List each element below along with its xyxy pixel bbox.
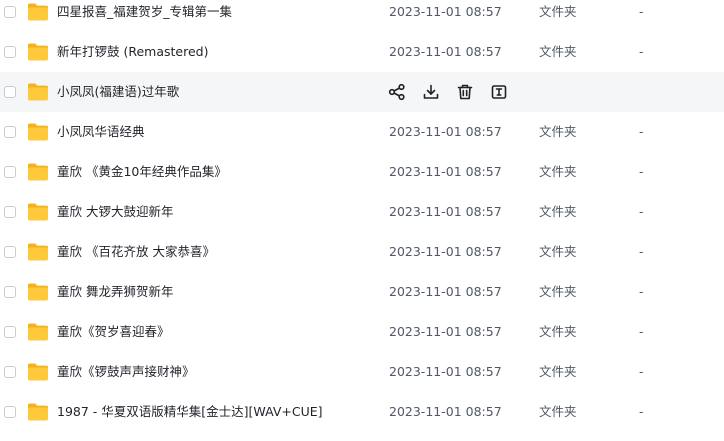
modified-date: 2023-11-01 08:57 bbox=[389, 284, 502, 299]
row-checkbox[interactable] bbox=[4, 286, 16, 298]
modified-date: 2023-11-01 08:57 bbox=[389, 164, 502, 179]
file-name[interactable]: 童欣 《黄金10年经典作品集》 bbox=[57, 152, 227, 192]
file-size: - bbox=[639, 44, 644, 59]
file-row[interactable]: 小凤凤(福建语)过年歌 bbox=[0, 72, 724, 112]
file-row[interactable]: 童欣 大锣大鼓迎新年 2023-11-01 08:57 文件夹 - bbox=[0, 192, 724, 232]
modified-date: 2023-11-01 08:57 bbox=[389, 124, 502, 139]
file-name[interactable]: 小凤凤华语经典 bbox=[57, 112, 145, 152]
modified-date: 2023-11-01 08:57 bbox=[389, 364, 502, 379]
file-type: 文件夹 bbox=[539, 204, 577, 219]
delete-icon[interactable] bbox=[456, 83, 474, 101]
file-type: 文件夹 bbox=[539, 324, 577, 339]
file-size: - bbox=[639, 164, 644, 179]
folder-icon bbox=[27, 162, 49, 182]
file-row[interactable]: 小凤凤华语经典 2023-11-01 08:57 文件夹 - bbox=[0, 112, 724, 152]
row-checkbox[interactable] bbox=[4, 326, 16, 338]
file-size: - bbox=[639, 364, 644, 379]
file-name[interactable]: 新年打锣鼓 (Remastered) bbox=[57, 32, 208, 72]
file-size: - bbox=[639, 124, 644, 139]
file-row[interactable]: 童欣《锣鼓声声接财神》 2023-11-01 08:57 文件夹 - bbox=[0, 352, 724, 392]
file-row[interactable]: 童欣 舞龙弄狮贺新年 2023-11-01 08:57 文件夹 - bbox=[0, 272, 724, 312]
file-type: 文件夹 bbox=[539, 124, 577, 139]
row-checkbox[interactable] bbox=[4, 206, 16, 218]
modified-date: 2023-11-01 08:57 bbox=[389, 244, 502, 259]
file-type: 文件夹 bbox=[539, 44, 577, 59]
file-type: 文件夹 bbox=[539, 244, 577, 259]
file-name[interactable]: 童欣《贺岁喜迎春》 bbox=[57, 312, 170, 352]
row-checkbox[interactable] bbox=[4, 126, 16, 138]
file-row[interactable]: 新年打锣鼓 (Remastered) 2023-11-01 08:57 文件夹 - bbox=[0, 32, 724, 72]
folder-icon bbox=[27, 82, 49, 102]
folder-icon bbox=[27, 402, 49, 422]
file-size: - bbox=[639, 244, 644, 259]
row-checkbox[interactable] bbox=[4, 46, 16, 58]
file-name[interactable]: 童欣《锣鼓声声接财神》 bbox=[57, 352, 195, 392]
folder-icon bbox=[27, 282, 49, 302]
file-type: 文件夹 bbox=[539, 404, 577, 419]
file-row[interactable]: 童欣 《百花齐放 大家恭喜》 2023-11-01 08:57 文件夹 - bbox=[0, 232, 724, 272]
file-list: 四星报喜_福建贺岁_专辑第一集 2023-11-01 08:57 文件夹 - 新年打锣鼓… bbox=[0, 0, 724, 441]
file-size: - bbox=[639, 4, 644, 19]
share-icon[interactable] bbox=[388, 83, 406, 101]
folder-icon bbox=[27, 122, 49, 142]
folder-icon bbox=[27, 2, 49, 22]
download-icon[interactable] bbox=[422, 83, 440, 101]
file-type: 文件夹 bbox=[539, 364, 577, 379]
file-name[interactable]: 童欣 舞龙弄狮贺新年 bbox=[57, 272, 173, 312]
row-checkbox[interactable] bbox=[4, 366, 16, 378]
file-name[interactable]: 童欣 《百花齐放 大家恭喜》 bbox=[57, 232, 215, 272]
row-checkbox[interactable] bbox=[4, 6, 16, 18]
modified-date: 2023-11-01 08:57 bbox=[389, 44, 502, 59]
file-name[interactable]: 四星报喜_福建贺岁_专辑第一集 bbox=[57, 0, 232, 32]
file-size: - bbox=[639, 324, 644, 339]
file-row[interactable]: 童欣 《黄金10年经典作品集》 2023-11-01 08:57 文件夹 - bbox=[0, 152, 724, 192]
file-size: - bbox=[639, 204, 644, 219]
file-type: 文件夹 bbox=[539, 284, 577, 299]
file-name[interactable]: 小凤凤(福建语)过年歌 bbox=[57, 72, 179, 112]
modified-date: 2023-11-01 08:57 bbox=[389, 4, 502, 19]
file-row[interactable]: 四星报喜_福建贺岁_专辑第一集 2023-11-01 08:57 文件夹 - bbox=[0, 0, 724, 32]
row-checkbox[interactable] bbox=[4, 86, 16, 98]
folder-icon bbox=[27, 202, 49, 222]
row-checkbox[interactable] bbox=[4, 166, 16, 178]
row-checkbox[interactable] bbox=[4, 406, 16, 418]
modified-date: 2023-11-01 08:57 bbox=[389, 204, 502, 219]
file-type: 文件夹 bbox=[539, 4, 577, 19]
file-size: - bbox=[639, 284, 644, 299]
file-size: - bbox=[639, 404, 644, 419]
file-row[interactable]: 童欣《贺岁喜迎春》 2023-11-01 08:57 文件夹 - bbox=[0, 312, 724, 352]
modified-date: 2023-11-01 08:57 bbox=[389, 324, 502, 339]
file-name[interactable]: 童欣 大锣大鼓迎新年 bbox=[57, 192, 173, 232]
folder-icon bbox=[27, 242, 49, 262]
folder-icon bbox=[27, 362, 49, 382]
folder-icon bbox=[27, 42, 49, 62]
file-row[interactable]: 1987 - 华夏双语版精华集[金士达][WAV+CUE] 2023-11-01 … bbox=[0, 392, 724, 432]
file-type: 文件夹 bbox=[539, 164, 577, 179]
folder-icon bbox=[27, 322, 49, 342]
rename-icon[interactable] bbox=[490, 83, 508, 101]
row-checkbox[interactable] bbox=[4, 246, 16, 258]
modified-date: 2023-11-01 08:57 bbox=[389, 404, 502, 419]
file-name[interactable]: 1987 - 华夏双语版精华集[金士达][WAV+CUE] bbox=[57, 392, 323, 432]
